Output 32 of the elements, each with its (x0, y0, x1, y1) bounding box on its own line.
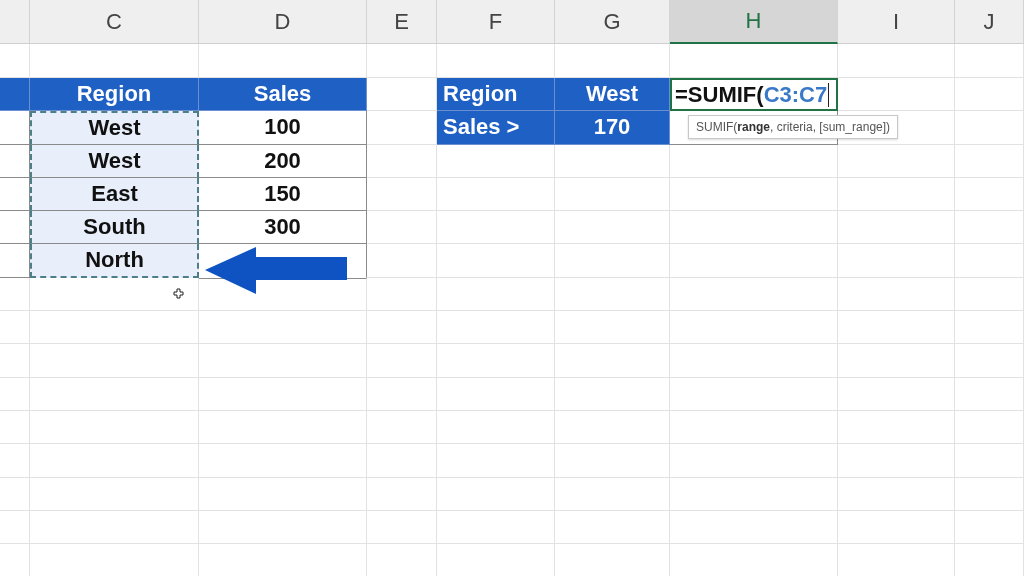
column-header[interactable] (0, 0, 30, 44)
cross-cursor-icon (173, 288, 184, 299)
column-header[interactable]: F (437, 0, 555, 44)
function-tooltip: SUMIF(range, criteria, [sum_range]) (688, 115, 899, 139)
table-header-cell: Region (437, 78, 555, 112)
table-header-cell: Sales > (437, 111, 555, 145)
text-caret (828, 82, 830, 107)
column-header[interactable]: C (30, 0, 199, 44)
table-cell: North (30, 244, 199, 278)
left-arrow-icon (205, 247, 347, 294)
column-header[interactable]: J (955, 0, 1024, 44)
table-cell: 300 (199, 211, 367, 245)
table-cell: West (555, 78, 670, 112)
cell-editor[interactable]: =SUMIF(C3:C7 (670, 78, 838, 112)
column-header[interactable]: H (670, 0, 838, 44)
table-header-cell: Sales (199, 78, 367, 112)
table-cell: 170 (555, 111, 670, 145)
column-header[interactable]: D (199, 0, 367, 44)
table-cell: 200 (199, 144, 367, 178)
range-reference: C3:C7 (763, 81, 828, 108)
formula-text: =SUMIF( (675, 81, 764, 108)
table-cell: West (30, 111, 199, 145)
column-header[interactable]: E (367, 0, 437, 44)
table-header-cell (0, 78, 30, 112)
table-header-cell: Region (30, 78, 199, 112)
table-cell: 100 (199, 111, 367, 145)
column-header[interactable]: I (838, 0, 955, 44)
table-cell: East (30, 177, 199, 212)
table-cell: West (30, 144, 199, 178)
table-cell: 150 (199, 177, 367, 212)
column-header[interactable]: G (555, 0, 670, 44)
table-cell: South (30, 211, 199, 245)
